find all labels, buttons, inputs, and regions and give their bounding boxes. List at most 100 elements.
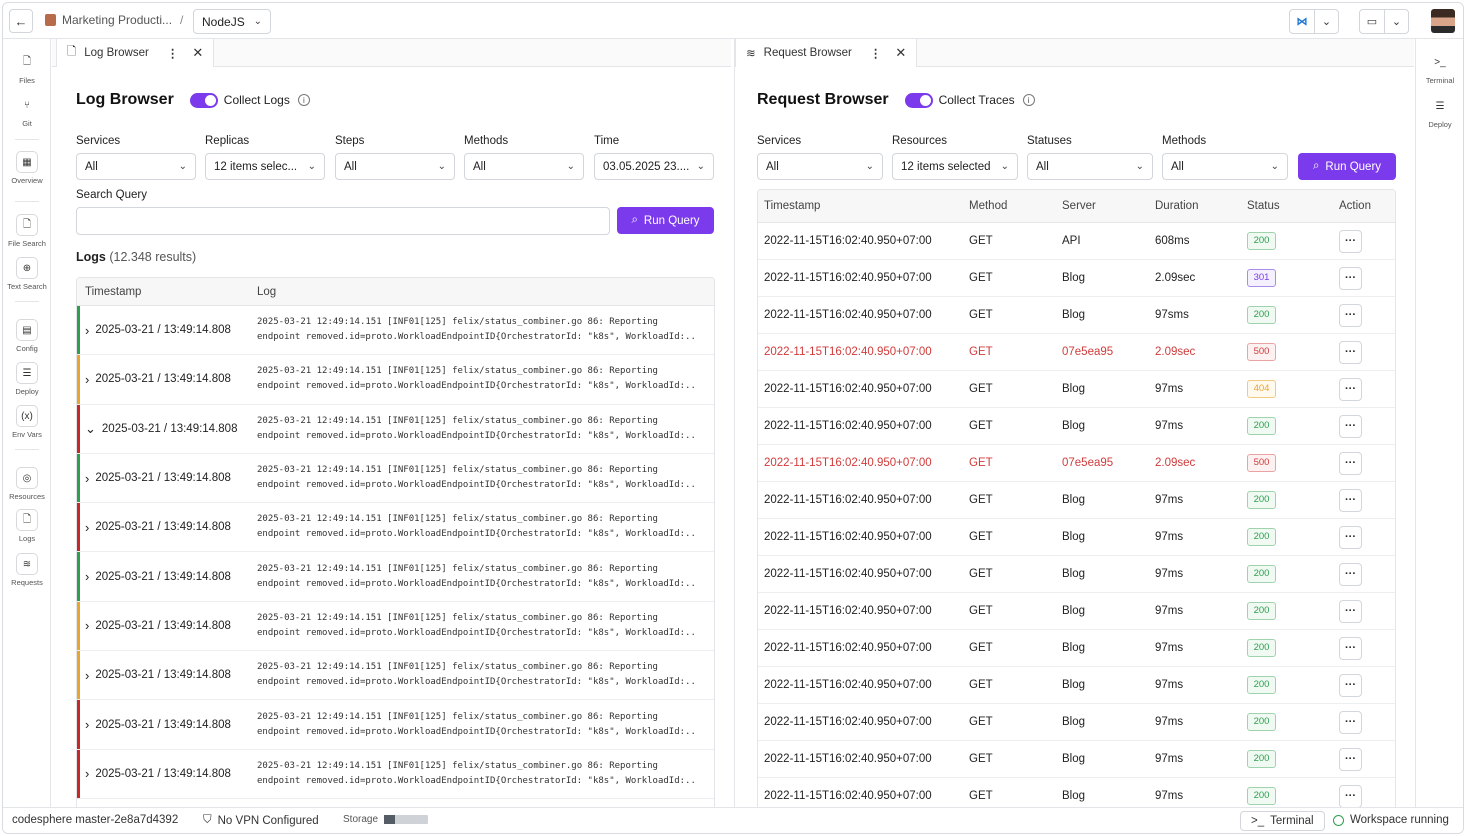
sidebar-item-files[interactable]: 🗋 Files (3, 51, 51, 86)
info-icon[interactable]: i (297, 94, 310, 106)
column-header-method[interactable]: Method (969, 200, 1062, 212)
methods-select[interactable]: All ⌄ (1162, 153, 1288, 180)
table-row[interactable]: 2022-11-15T16:02:40.950+07:00 GET Blog 2.09… (758, 260, 1395, 297)
table-row[interactable]: › 2025-03-21 / 13:49:14.808 2025-03-21 12:… (77, 552, 714, 602)
table-row[interactable]: › 2025-03-21 / 13:49:14.808 2025-03-21 12:… (77, 601, 714, 652)
table-row[interactable]: › 2025-03-21 / 13:49:14.808 2025-03-21 12:… (77, 651, 714, 701)
table-row[interactable]: 2022-11-15T16:02:40.950+07:00 GET Blog 97ms… (758, 593, 1395, 630)
sidebar-item-git[interactable]: ⑂ Git (3, 94, 51, 129)
table-row[interactable]: › 2025-03-21 / 13:49:14.808 2025-03-21 12:… (77, 453, 714, 504)
table-row[interactable]: › 2025-03-21 / 13:49:14.808 2025-03-21 12:… (77, 749, 714, 799)
table-row[interactable]: 2022-11-15T16:02:40.950+07:00 GET 07e5ea95… (758, 445, 1395, 482)
more-actions-button[interactable]: ··· (1339, 414, 1362, 438)
run-query-button[interactable]: ⌕ Run Query (617, 207, 714, 234)
methods-select[interactable]: All ⌄ (464, 153, 584, 180)
close-icon[interactable]: ✕ (895, 45, 906, 61)
chevron-right-icon[interactable]: › (85, 618, 89, 633)
search-query-input[interactable] (76, 207, 610, 235)
steps-select[interactable]: All ⌄ (335, 153, 455, 180)
column-header-server[interactable]: Server (1062, 200, 1155, 212)
sidebar-item-text-search[interactable]: ⊕ Text Search (3, 257, 51, 291)
user-avatar[interactable] (1431, 9, 1455, 33)
info-icon[interactable]: i (1022, 94, 1035, 106)
tab-request-browser[interactable]: ≋ Request Browser ⋮ ✕ (735, 39, 918, 67)
chevron-down-icon[interactable]: ⌄ (1384, 10, 1408, 33)
more-actions-button[interactable]: ··· (1339, 525, 1362, 549)
replicas-select[interactable]: 12 items selec... ⌄ (205, 153, 325, 180)
chevron-right-icon[interactable]: › (85, 323, 89, 338)
table-row[interactable]: 2022-11-15T16:02:40.950+07:00 GET Blog 97ms… (758, 371, 1395, 408)
right-sidebar-item-deploy[interactable]: ☰ Deploy (1416, 95, 1463, 130)
column-header-timestamp[interactable]: Timestamp (758, 200, 969, 212)
sidebar-item-env-vars[interactable]: (x) Env Vars (3, 405, 51, 439)
chevron-right-icon[interactable]: › (85, 766, 89, 781)
terminal-button[interactable]: >_ Terminal (1240, 811, 1325, 831)
more-actions-button[interactable]: ··· (1339, 673, 1362, 697)
services-select[interactable]: All ⌄ (757, 153, 883, 180)
collect-logs-toggle[interactable] (189, 92, 218, 108)
statuses-select[interactable]: All ⌄ (1027, 153, 1153, 180)
collect-traces-toggle[interactable] (904, 92, 933, 108)
kebab-menu-icon[interactable]: ⋮ (167, 46, 179, 60)
table-row[interactable]: 2022-11-15T16:02:40.950+07:00 GET Blog 97ms… (758, 408, 1395, 445)
back-button[interactable]: ← (9, 9, 33, 33)
kebab-menu-icon[interactable]: ⋮ (870, 46, 882, 60)
services-select[interactable]: All ⌄ (76, 153, 196, 180)
table-row[interactable]: 2022-11-15T16:02:40.950+07:00 GET Blog 97ms… (758, 741, 1395, 778)
run-query-button[interactable]: ⌕ Run Query (1298, 153, 1396, 180)
table-row[interactable]: 2022-11-15T16:02:40.950+07:00 GET Blog 97ms… (758, 482, 1395, 519)
table-row[interactable]: 2022-11-15T16:02:40.950+07:00 GET Blog 97ms… (758, 704, 1395, 741)
column-header-log[interactable]: Log (257, 286, 276, 298)
sidebar-item-file-search[interactable]: 🗋 File Search (3, 214, 51, 248)
sidebar-item-logs[interactable]: 🗋 Logs (3, 509, 51, 543)
vpn-status[interactable]: ⛉ No VPN Configured (203, 814, 319, 827)
chevron-down-icon[interactable]: ⌄ (85, 421, 96, 437)
more-actions-button[interactable]: ··· (1339, 340, 1362, 364)
chevron-right-icon[interactable]: › (85, 520, 89, 535)
branch-dropdown[interactable]: NodeJS ⌄ (193, 9, 271, 34)
table-row[interactable]: 2022-11-15T16:02:40.950+07:00 GET Blog 97ms… (758, 630, 1395, 667)
vscode-icon[interactable]: ⋈ (1290, 10, 1314, 33)
tab-log-browser[interactable]: 🗋 Log Browser ⋮ ✕ (56, 39, 215, 67)
more-actions-button[interactable]: ··· (1339, 710, 1362, 734)
table-row[interactable]: › 2025-03-21 / 13:49:14.808 2025-03-21 12:… (77, 700, 714, 750)
more-actions-button[interactable]: ··· (1339, 229, 1362, 253)
time-select[interactable]: 03.05.2025 23.... ⌄ (594, 153, 714, 180)
table-row[interactable]: ⌄ 2025-03-21 / 13:49:14.808 2025-03-21 12:… (77, 404, 714, 454)
resources-select[interactable]: 12 items selected ⌄ (892, 153, 1018, 180)
chevron-right-icon[interactable]: › (85, 372, 89, 387)
table-row[interactable]: 2022-11-15T16:02:40.950+07:00 GET 07e5ea95… (758, 334, 1395, 371)
more-actions-button[interactable]: ··· (1339, 747, 1362, 771)
more-actions-button[interactable]: ··· (1339, 266, 1362, 290)
table-row[interactable]: 2022-11-15T16:02:40.950+07:00 GET Blog 97ms… (758, 778, 1395, 808)
sidebar-item-resources[interactable]: ◎ Resources (3, 467, 51, 501)
more-actions-button[interactable]: ··· (1339, 784, 1362, 808)
more-actions-button[interactable]: ··· (1339, 562, 1362, 586)
more-actions-button[interactable]: ··· (1339, 488, 1362, 512)
more-actions-button[interactable]: ··· (1339, 303, 1362, 327)
chevron-right-icon[interactable]: › (85, 717, 89, 732)
sidebar-item-config[interactable]: ▤ Config (3, 319, 51, 353)
table-row[interactable]: 2022-11-15T16:02:40.950+07:00 GET Blog 97sm… (758, 297, 1395, 334)
monitor-icon[interactable]: ▭ (1360, 10, 1384, 33)
right-sidebar-item-terminal[interactable]: >_ Terminal (1416, 51, 1463, 86)
project-name[interactable]: Marketing Producti... (62, 13, 172, 27)
more-actions-button[interactable]: ··· (1339, 636, 1362, 660)
more-actions-button[interactable]: ··· (1339, 377, 1362, 401)
chevron-right-icon[interactable]: › (85, 569, 89, 584)
table-row[interactable]: 2022-11-15T16:02:40.950+07:00 GET Blog 97ms… (758, 556, 1395, 593)
sidebar-item-overview[interactable]: ▦ Overview (3, 151, 51, 185)
column-header-duration[interactable]: Duration (1155, 200, 1247, 212)
sidebar-item-requests[interactable]: ≋ Requests (3, 553, 51, 587)
chevron-right-icon[interactable]: › (85, 471, 89, 486)
sidebar-item-deploy[interactable]: ☰ Deploy (3, 362, 51, 396)
chevron-down-icon[interactable]: ⌄ (1314, 10, 1338, 33)
close-icon[interactable]: ✕ (192, 45, 203, 61)
column-header-timestamp[interactable]: Timestamp (77, 286, 257, 298)
table-row[interactable]: › 2025-03-21 / 13:49:14.808 2025-03-21 12:… (77, 503, 714, 553)
table-row[interactable]: › 2025-03-21 / 13:49:14.808 2025-03-21 12:… (77, 355, 714, 405)
table-row[interactable]: 2022-11-15T16:02:40.950+07:00 GET Blog 97ms… (758, 519, 1395, 556)
more-actions-button[interactable]: ··· (1339, 451, 1362, 475)
table-row[interactable]: 2022-11-15T16:02:40.950+07:00 GET API 608ms… (758, 223, 1395, 260)
column-header-status[interactable]: Status (1247, 200, 1339, 212)
